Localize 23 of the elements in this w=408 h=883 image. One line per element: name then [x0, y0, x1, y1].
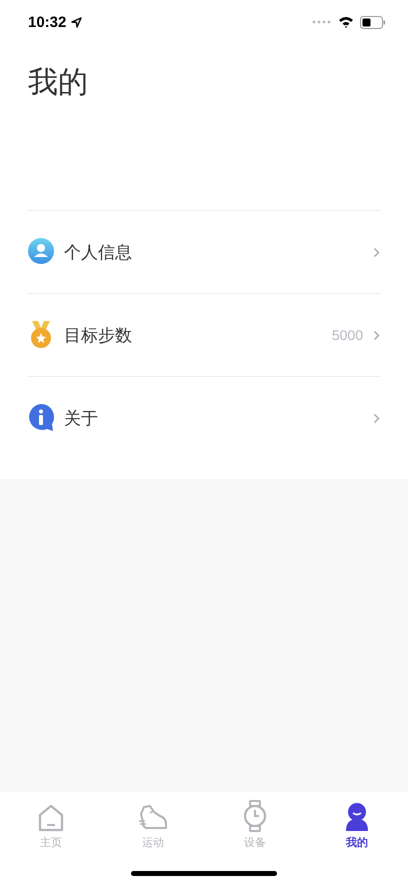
person-icon — [344, 802, 370, 832]
clock-time: 10:32 — [28, 14, 66, 30]
watch-icon — [242, 800, 268, 832]
home-icon — [38, 804, 64, 832]
tab[interactable]: 我的 — [306, 798, 408, 850]
menu-label: 目标步数 — [64, 324, 133, 346]
menu-value: 5000 — [332, 327, 363, 343]
battery-icon — [360, 16, 386, 28]
menu-label: 个人信息 — [64, 242, 133, 264]
menu-item[interactable]: 目标步数 5000 — [0, 294, 408, 376]
menu-item[interactable]: 个人信息 — [0, 211, 408, 293]
shoe-icon — [138, 804, 168, 832]
chevron-icon — [373, 330, 380, 340]
menu-item[interactable]: 关于 — [0, 377, 408, 459]
menu-label: 关于 — [64, 408, 99, 430]
chevron-icon — [373, 246, 380, 258]
info-icon — [27, 403, 55, 433]
person-icon — [27, 237, 55, 267]
wifi-icon — [338, 16, 354, 28]
chevron-icon — [373, 412, 380, 424]
signal-icon — [312, 19, 332, 25]
location-arrow-icon — [71, 16, 82, 28]
page-title: 我的 — [27, 64, 89, 102]
